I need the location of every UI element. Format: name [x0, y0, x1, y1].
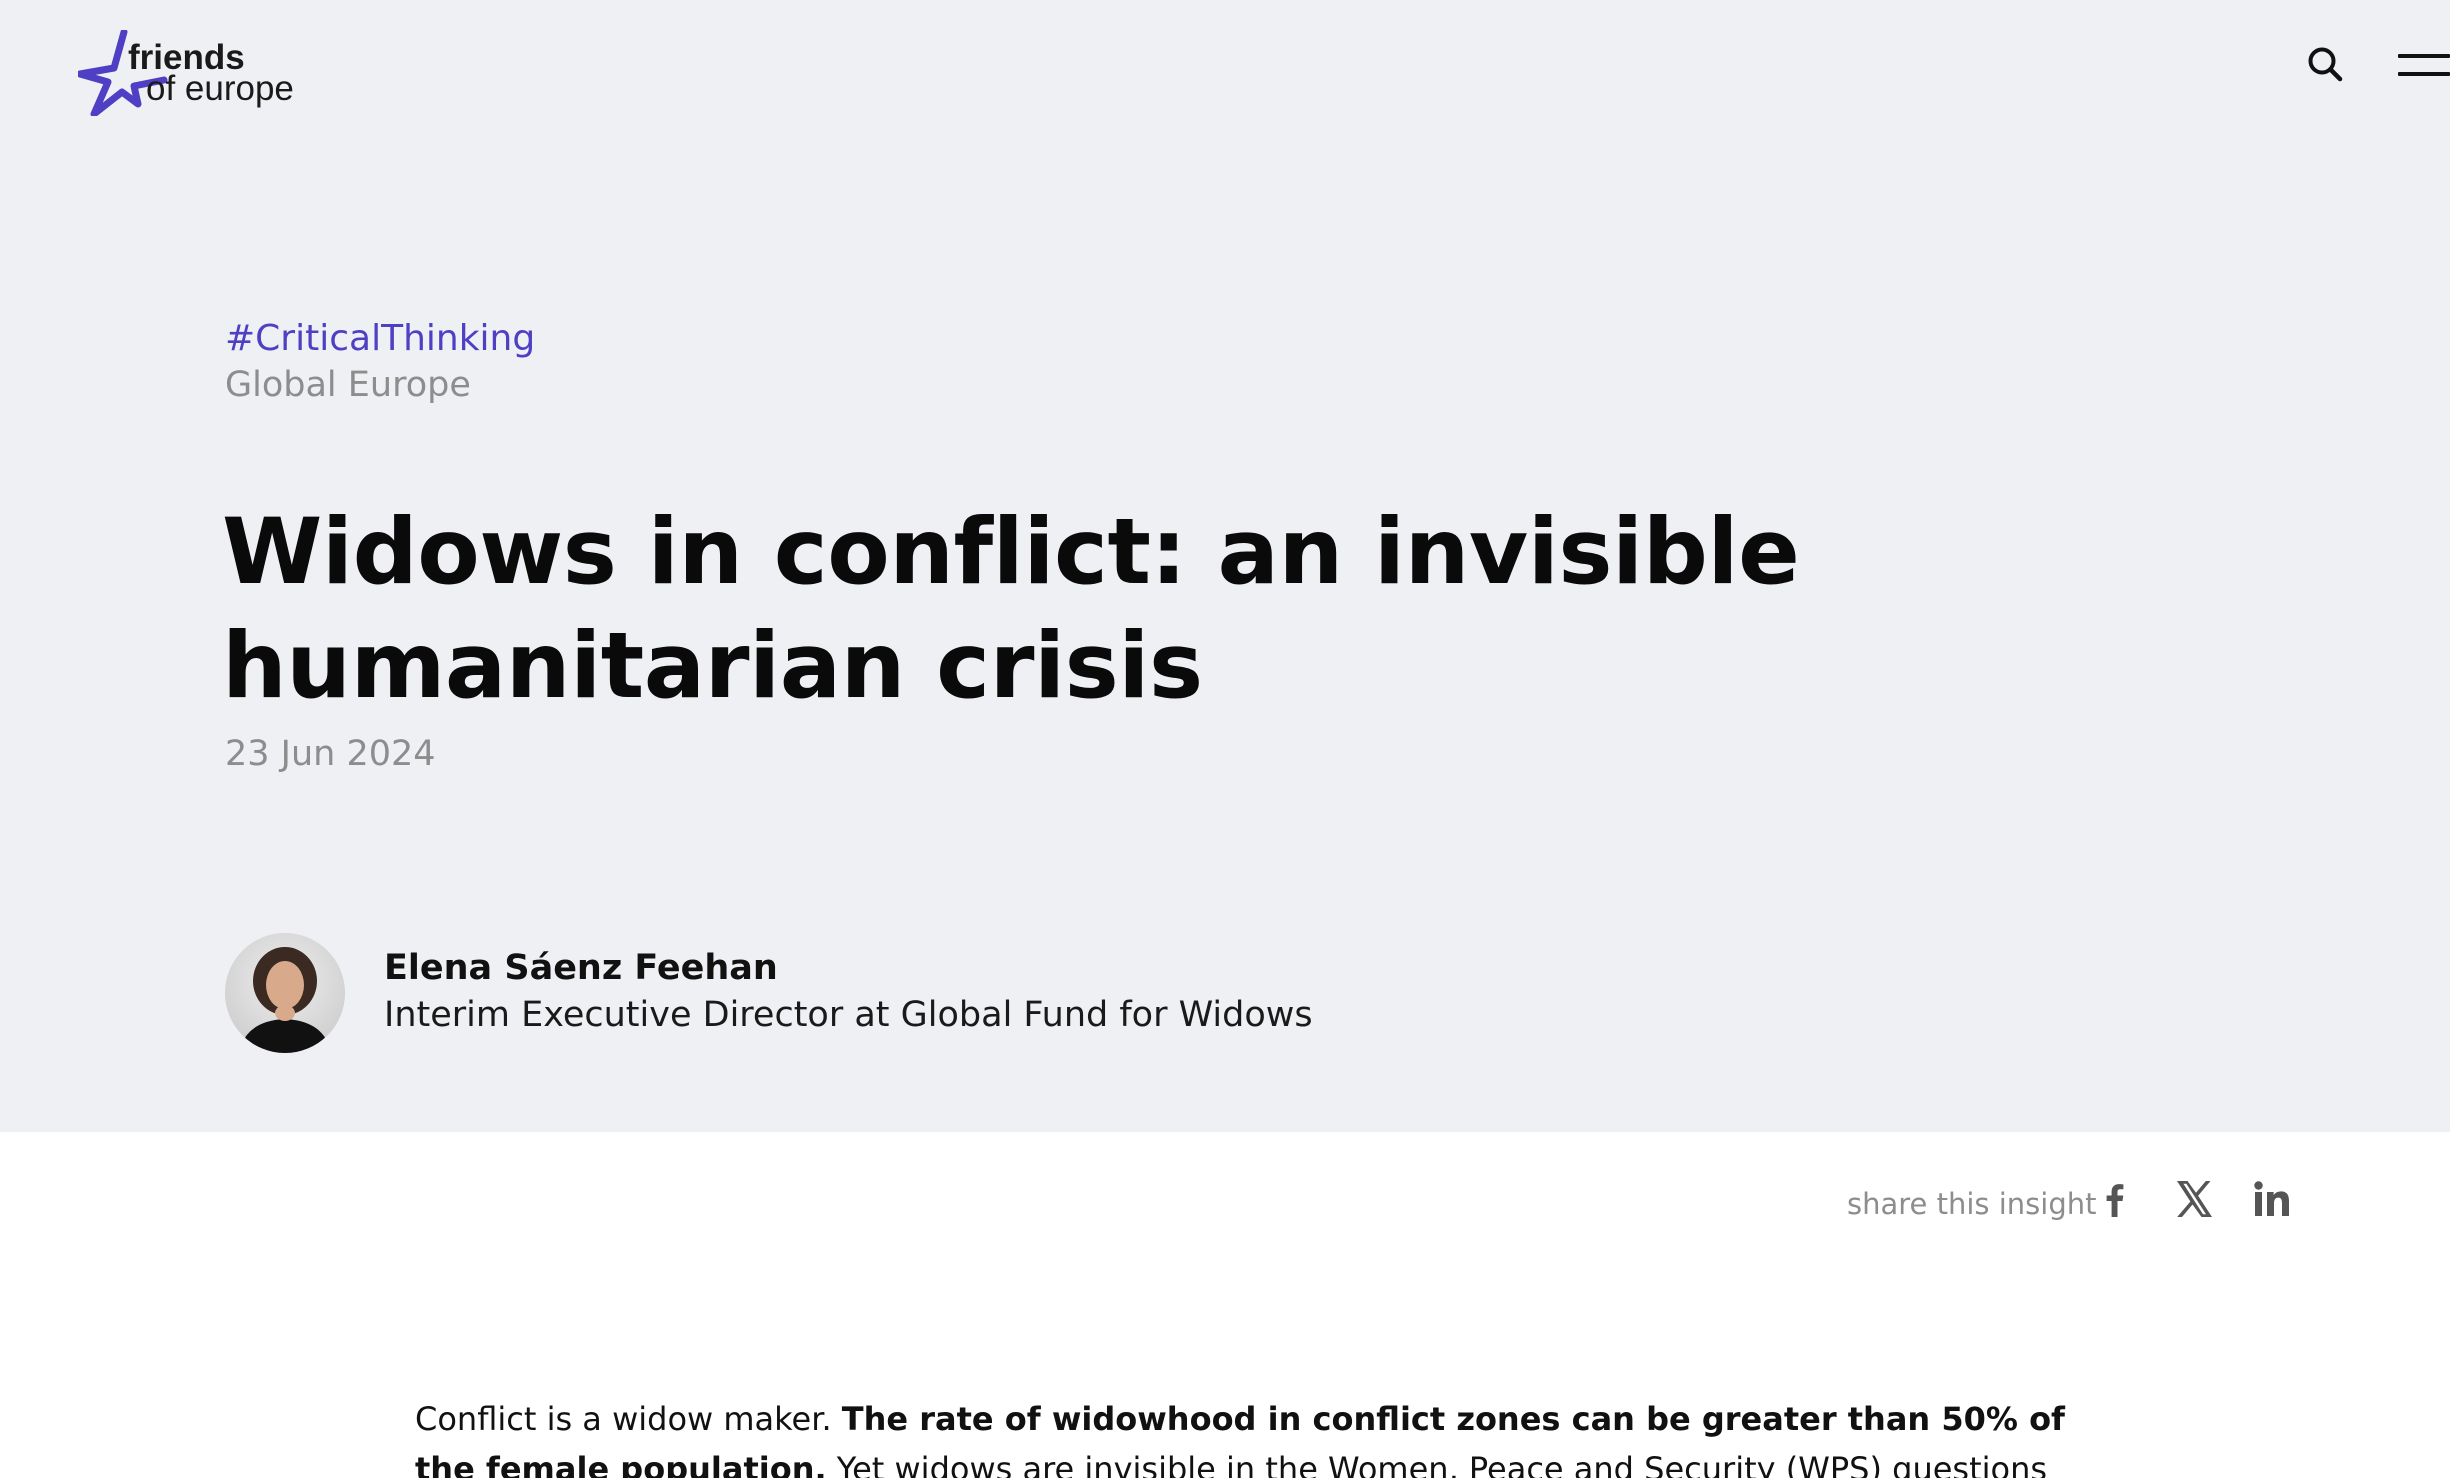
share-label: share this insight: [1847, 1187, 2097, 1221]
body-intro-text: Conflict is a widow maker.: [415, 1400, 842, 1438]
share-x-button[interactable]: [2172, 1177, 2216, 1221]
author-name[interactable]: Elena Sáenz Feehan: [384, 948, 778, 988]
author-role: Interim Executive Director at Global Fun…: [384, 995, 1313, 1035]
linkedin-icon: [2254, 1181, 2289, 1216]
author-photo: [225, 933, 345, 1053]
hashtag-link[interactable]: #CriticalThinking: [225, 318, 535, 359]
logo-line-of-europe: of europe: [146, 69, 294, 108]
article-hero: friends of europe #CriticalThinking Glob…: [0, 0, 2450, 1132]
menu-button[interactable]: [2398, 50, 2450, 80]
site-logo[interactable]: friends of europe: [78, 30, 298, 116]
category-label: Global Europe: [225, 365, 471, 405]
x-icon: [2177, 1181, 2212, 1217]
search-button[interactable]: [2305, 44, 2345, 84]
page: friends of europe #CriticalThinking Glob…: [0, 0, 2450, 1478]
share-linkedin-button[interactable]: [2250, 1177, 2294, 1221]
logo-text: friends of europe: [128, 40, 294, 108]
author-avatar[interactable]: [225, 933, 345, 1053]
hamburger-menu-icon-bar: [2398, 72, 2450, 76]
publish-date: 23 Jun 2024: [225, 734, 436, 774]
article-title: Widows in conflict: an invisible humanit…: [222, 500, 1800, 719]
share-facebook-button[interactable]: [2093, 1177, 2137, 1221]
facebook-icon: [2106, 1184, 2124, 1217]
hamburger-menu-icon: [2398, 54, 2450, 58]
search-icon: [2308, 47, 2343, 82]
article-body-paragraph: Conflict is a widow maker. The rate of w…: [415, 1394, 2115, 1478]
